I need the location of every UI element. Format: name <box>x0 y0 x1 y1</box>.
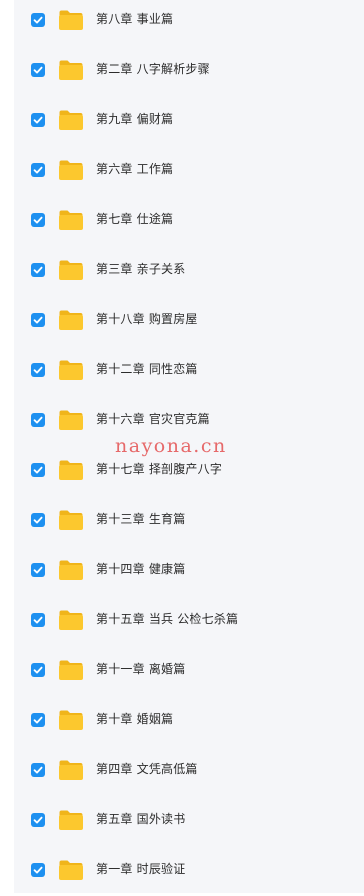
check-icon <box>33 166 43 174</box>
folder-icon <box>58 159 84 181</box>
folder-icon <box>58 9 84 31</box>
select-checkbox[interactable] <box>31 463 45 477</box>
watermark: nayona.cn <box>115 435 227 457</box>
folder-icon <box>58 609 84 631</box>
folder-icon <box>58 659 84 681</box>
folder-icon <box>58 459 84 481</box>
folder-icon <box>58 59 84 81</box>
check-icon <box>33 816 43 824</box>
folder-name[interactable]: 第十章 婚姻篇 <box>96 711 173 727</box>
folder-row[interactable]: 第四章 文凭高低篇 <box>14 746 364 796</box>
select-checkbox[interactable] <box>31 213 45 227</box>
select-checkbox[interactable] <box>31 613 45 627</box>
select-checkbox[interactable] <box>31 363 45 377</box>
folder-name[interactable]: 第八章 事业篇 <box>96 11 173 27</box>
folder-row[interactable]: 第八章 事业篇 <box>14 0 364 46</box>
folder-icon <box>58 759 84 781</box>
folder-row[interactable]: 第十三章 生育篇 <box>14 496 364 546</box>
select-checkbox[interactable] <box>31 163 45 177</box>
select-checkbox[interactable] <box>31 663 45 677</box>
check-icon <box>33 366 43 374</box>
check-icon <box>33 516 43 524</box>
folder-row[interactable]: 第二章 八字解析步骤 <box>14 46 364 96</box>
folder-name[interactable]: 第六章 工作篇 <box>96 161 173 177</box>
check-icon <box>33 416 43 424</box>
folder-name[interactable]: 第十七章 择剖腹产八字 <box>96 461 222 477</box>
folder-icon <box>58 409 84 431</box>
folder-name[interactable]: 第十四章 健康篇 <box>96 561 185 577</box>
check-icon <box>33 316 43 324</box>
select-checkbox[interactable] <box>31 863 45 877</box>
folder-name[interactable]: 第五章 国外读书 <box>96 811 185 827</box>
folder-row[interactable]: 第十五章 当兵 公检七杀篇 <box>14 596 364 646</box>
check-icon <box>33 216 43 224</box>
folder-name[interactable]: 第三章 亲子关系 <box>96 261 185 277</box>
select-checkbox[interactable] <box>31 263 45 277</box>
folder-row[interactable]: 第三章 亲子关系 <box>14 246 364 296</box>
folder-name[interactable]: 第十六章 官灾官克篇 <box>96 411 210 427</box>
folder-name[interactable]: 第十三章 生育篇 <box>96 511 185 527</box>
folder-icon <box>58 859 84 881</box>
folder-row[interactable]: 第五章 国外读书 <box>14 796 364 846</box>
check-icon <box>33 666 43 674</box>
check-icon <box>33 16 43 24</box>
select-checkbox[interactable] <box>31 13 45 27</box>
check-icon <box>33 766 43 774</box>
select-checkbox[interactable] <box>31 413 45 427</box>
select-checkbox[interactable] <box>31 513 45 527</box>
select-checkbox[interactable] <box>31 763 45 777</box>
folder-name[interactable]: 第七章 仕途篇 <box>96 211 173 227</box>
folder-name[interactable]: 第十二章 同性恋篇 <box>96 361 198 377</box>
folder-icon <box>58 359 84 381</box>
folder-row[interactable]: 第九章 偏财篇 <box>14 96 364 146</box>
check-icon <box>33 566 43 574</box>
folder-icon <box>58 309 84 331</box>
folder-name[interactable]: 第十五章 当兵 公检七杀篇 <box>96 611 238 627</box>
check-icon <box>33 66 43 74</box>
folder-row[interactable]: 第一章 时辰验证 <box>14 846 364 896</box>
folder-name[interactable]: 第四章 文凭高低篇 <box>96 761 198 777</box>
check-icon <box>33 616 43 624</box>
folder-row[interactable]: 第十一章 离婚篇 <box>14 646 364 696</box>
select-checkbox[interactable] <box>31 113 45 127</box>
folder-row[interactable]: 第十章 婚姻篇 <box>14 696 364 746</box>
folder-row[interactable]: 第十二章 同性恋篇 <box>14 346 364 396</box>
select-checkbox[interactable] <box>31 713 45 727</box>
select-checkbox[interactable] <box>31 563 45 577</box>
folder-name[interactable]: 第一章 时辰验证 <box>96 861 185 877</box>
folder-icon <box>58 209 84 231</box>
check-icon <box>33 466 43 474</box>
folder-row[interactable]: 第十八章 购置房屋 <box>14 296 364 346</box>
folder-icon <box>58 509 84 531</box>
folder-icon <box>58 109 84 131</box>
check-icon <box>33 866 43 874</box>
folder-icon <box>58 809 84 831</box>
select-checkbox[interactable] <box>31 63 45 77</box>
check-icon <box>33 716 43 724</box>
select-checkbox[interactable] <box>31 813 45 827</box>
folder-row[interactable]: 第十四章 健康篇 <box>14 546 364 596</box>
folder-icon <box>58 709 84 731</box>
check-icon <box>33 266 43 274</box>
folder-row[interactable]: 第七章 仕途篇 <box>14 196 364 246</box>
folder-row[interactable]: 第六章 工作篇 <box>14 146 364 196</box>
folder-icon <box>58 259 84 281</box>
folder-name[interactable]: 第九章 偏财篇 <box>96 111 173 127</box>
folder-name[interactable]: 第十一章 离婚篇 <box>96 661 185 677</box>
folder-name[interactable]: 第二章 八字解析步骤 <box>96 61 210 77</box>
check-icon <box>33 116 43 124</box>
folder-name[interactable]: 第十八章 购置房屋 <box>96 311 198 327</box>
select-checkbox[interactable] <box>31 313 45 327</box>
folder-icon <box>58 559 84 581</box>
